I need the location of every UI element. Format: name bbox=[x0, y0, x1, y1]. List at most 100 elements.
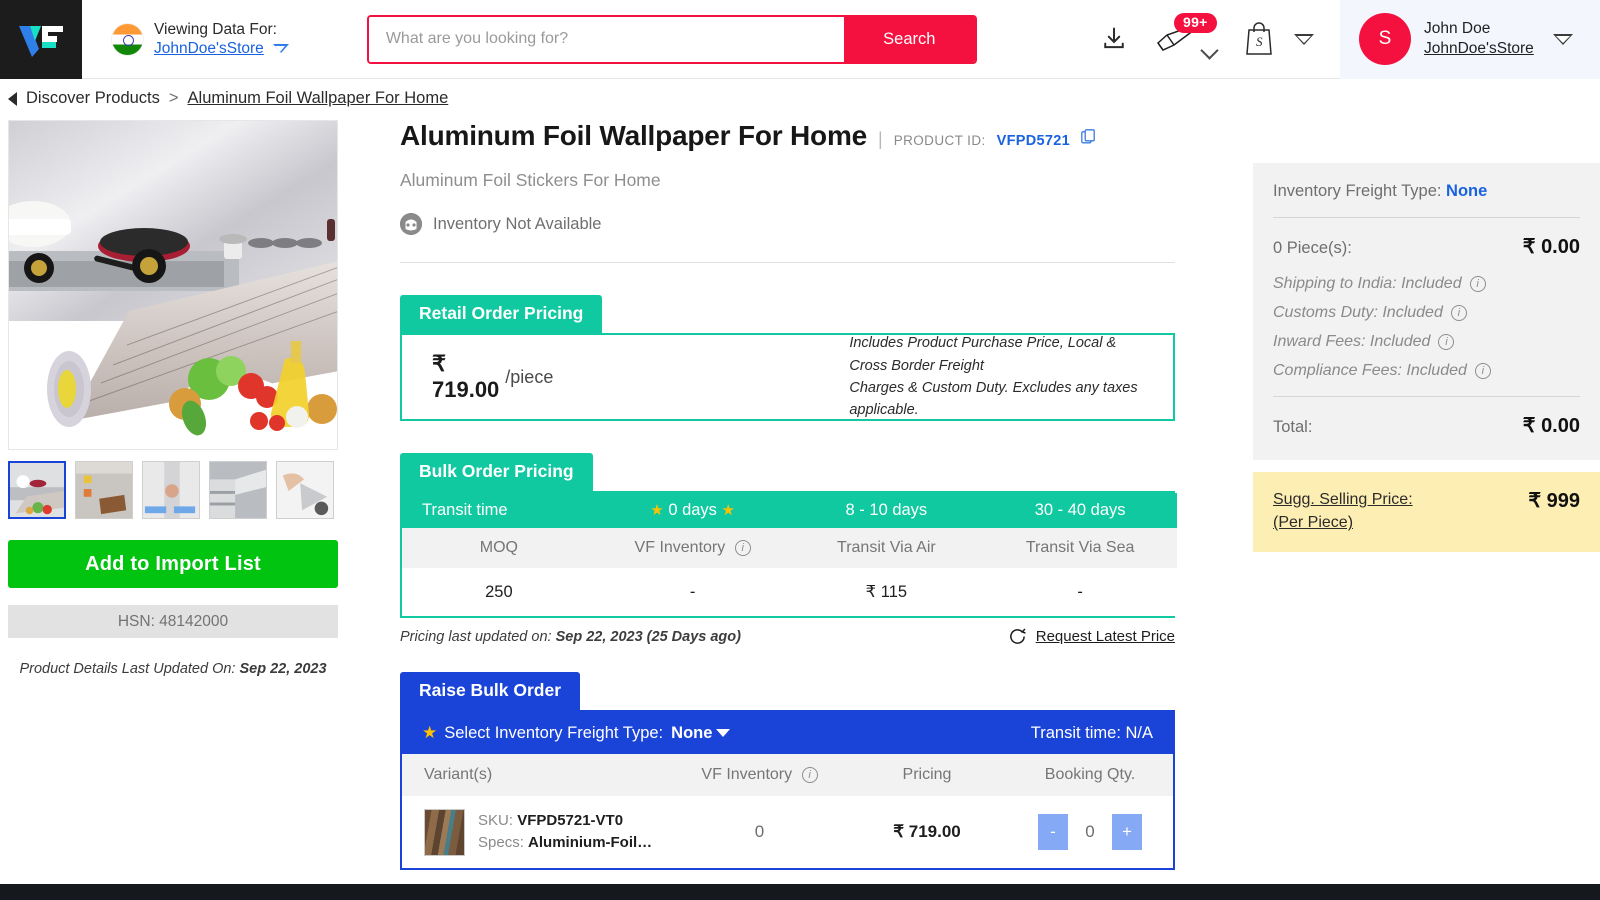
breadcrumb-current[interactable]: Aluminum Foil Wallpaper For Home bbox=[188, 89, 449, 108]
product-gallery-column: Add to Import List HSN: 48142000 Product… bbox=[8, 120, 338, 677]
suggested-selling-price-link[interactable]: Sugg. Selling Price: (Per Piece) bbox=[1273, 488, 1413, 534]
chevron-down-icon[interactable] bbox=[716, 729, 731, 737]
product-last-updated: Product Details Last Updated On: Sep 22,… bbox=[8, 661, 338, 677]
product-id-value[interactable]: VFPD5721 bbox=[997, 133, 1070, 149]
bulk-cell-sea: - bbox=[983, 568, 1177, 616]
bulk-sub-transit-air: Transit Via Air bbox=[789, 528, 984, 568]
list-item: Compliance Fees: Included i bbox=[1273, 362, 1580, 380]
variant-specs-value: Aluminium-Foil… bbox=[528, 834, 653, 851]
star-icon: ★ bbox=[422, 723, 438, 742]
avatar: S bbox=[1359, 13, 1411, 65]
request-latest-price-button[interactable]: Request Latest Price bbox=[1008, 627, 1175, 646]
freight-type-value[interactable]: None bbox=[671, 724, 712, 743]
info-icon[interactable]: i bbox=[1438, 334, 1455, 350]
summary-pieces-label: 0 Piece(s): bbox=[1273, 239, 1352, 257]
star-icon: ★ bbox=[721, 502, 735, 519]
suggested-selling-price-panel: Sugg. Selling Price: (Per Piece) ₹ 999 bbox=[1253, 472, 1600, 553]
search-input[interactable] bbox=[368, 16, 844, 62]
download-icon[interactable] bbox=[1092, 0, 1136, 79]
pricing-last-updated-label: Pricing last updated on: bbox=[400, 628, 552, 645]
rbo-cell-booking-qty: - 0 + bbox=[1007, 796, 1173, 868]
svg-text:S: S bbox=[1256, 34, 1263, 49]
thumbnail-2[interactable] bbox=[142, 461, 200, 519]
quantity-stepper[interactable]: - 0 + bbox=[1038, 814, 1142, 850]
summary-freight-type-label: Inventory Freight Type: bbox=[1273, 182, 1442, 200]
info-icon[interactable]: i bbox=[801, 766, 818, 783]
copy-icon[interactable] bbox=[1081, 129, 1096, 145]
search-button[interactable]: Search bbox=[843, 16, 975, 62]
shopify-icon[interactable]: S bbox=[1236, 0, 1282, 79]
product-last-updated-label: Product Details Last Updated On: bbox=[19, 661, 236, 677]
summary-fees-list: Shipping to India: Included i Customs Du… bbox=[1273, 275, 1580, 380]
thumbnail-1[interactable] bbox=[75, 461, 133, 519]
order-summary-panel: Inventory Freight Type: None 0 Piece(s):… bbox=[1253, 163, 1600, 553]
inventory-unavailable-icon bbox=[400, 213, 422, 235]
product-main-image[interactable] bbox=[8, 120, 338, 450]
rbo-header-row: Variant(s) VF Inventory i Pricing Bookin… bbox=[402, 754, 1173, 796]
variant-thumbnail[interactable] bbox=[424, 808, 465, 856]
summary-pieces-row: 0 Piece(s): ₹ 0.00 bbox=[1273, 234, 1580, 259]
viewing-data-for: Viewing Data For: JohnDoe'sStore bbox=[82, 0, 289, 78]
page-title: Aluminum Foil Wallpaper For Home bbox=[400, 120, 868, 151]
chevron-down-icon[interactable] bbox=[1200, 40, 1219, 60]
retail-price-unit: /piece bbox=[505, 366, 554, 387]
freight-type-bar: ★ Select Inventory Freight Type: None Tr… bbox=[402, 712, 1173, 754]
chevron-down-icon[interactable] bbox=[272, 44, 289, 54]
bulk-cell-moq: 250 bbox=[402, 568, 596, 616]
thumbnail-3[interactable] bbox=[209, 461, 267, 519]
variant-sku: SKU: VFPD5721-VT0 bbox=[478, 810, 652, 832]
product-id-label: PRODUCT ID: bbox=[893, 133, 986, 148]
quantity-decrement-button[interactable]: - bbox=[1038, 814, 1068, 850]
bulk-table-header-row: Transit time ★ 0 days ★ 8 - 10 days 30 -… bbox=[402, 493, 1177, 528]
bulk-sub-vf-inventory-label: VF Inventory bbox=[634, 539, 726, 556]
summary-freight-type-value: None bbox=[1446, 182, 1488, 200]
table-row: 250 - ₹ 115 - bbox=[402, 568, 1177, 616]
app-logo[interactable] bbox=[0, 0, 82, 79]
search-bar[interactable]: Search bbox=[366, 14, 977, 64]
user-chevron-down-icon[interactable] bbox=[1552, 33, 1573, 45]
info-icon[interactable]: i bbox=[1469, 276, 1486, 292]
bulk-sub-transit-sea: Transit Via Sea bbox=[983, 528, 1177, 568]
freight-type-label: Select Inventory Freight Type: bbox=[444, 723, 664, 742]
fee-label-compliance: Compliance Fees: Included bbox=[1273, 362, 1467, 379]
user-store-link[interactable]: JohnDoe'sStore bbox=[1424, 39, 1534, 59]
user-name: John Doe bbox=[1424, 19, 1491, 37]
shopify-chevron-down-icon[interactable] bbox=[1294, 33, 1314, 45]
summary-freight-type: Inventory Freight Type: None bbox=[1273, 182, 1580, 201]
product-last-updated-value: Sep 22, 2023 bbox=[239, 661, 327, 677]
top-right-actions: 99+ S S John Doe JohnDoe'sStore bbox=[1092, 0, 1600, 79]
transit-time-value: Transit time: N/A bbox=[1030, 723, 1153, 742]
raise-bulk-order-card: Raise Bulk Order ★ Select Inventory Frei… bbox=[400, 672, 1175, 870]
thumbnail-0[interactable] bbox=[8, 461, 66, 519]
info-icon[interactable]: i bbox=[1450, 305, 1467, 321]
suggested-selling-price-value: ₹ 999 bbox=[1528, 490, 1580, 512]
breadcrumb-discover-products[interactable]: Discover Products bbox=[26, 89, 160, 108]
bulk-pricing-table: Transit time ★ 0 days ★ 8 - 10 days 30 -… bbox=[402, 493, 1177, 616]
add-to-import-list-button[interactable]: Add to Import List bbox=[8, 540, 338, 588]
ssp-label-line-2: (Per Piece) bbox=[1273, 514, 1354, 532]
bulk-header-0-days: ★ 0 days ★ bbox=[595, 493, 790, 528]
user-account-menu[interactable]: S John Doe JohnDoe'sStore bbox=[1340, 0, 1600, 79]
bulk-sub-vf-inventory: VF Inventory i bbox=[595, 528, 790, 568]
info-icon[interactable]: i bbox=[734, 539, 751, 556]
inventory-status-row: Inventory Not Available bbox=[400, 213, 1175, 235]
hsn-code: HSN: 48142000 bbox=[8, 605, 338, 638]
bulk-header-0-days-label: 0 days bbox=[668, 501, 717, 519]
info-icon[interactable]: i bbox=[1474, 363, 1491, 379]
breadcrumb: Discover Products > Aluminum Foil Wallpa… bbox=[0, 79, 1600, 118]
quantity-increment-button[interactable]: + bbox=[1112, 814, 1142, 850]
taskbar-strip bbox=[0, 884, 1600, 900]
divider bbox=[1273, 396, 1580, 397]
retail-pricing-tab: Retail Order Pricing bbox=[400, 295, 603, 333]
announcements-button[interactable]: 99+ bbox=[1148, 0, 1222, 79]
quantity-value[interactable]: 0 bbox=[1068, 814, 1112, 850]
fee-label-customs: Customs Duty: Included bbox=[1273, 304, 1443, 321]
variant-specs: Specs: Aluminium-Foil… bbox=[478, 832, 652, 854]
thumbnail-4[interactable] bbox=[276, 461, 334, 519]
retail-order-pricing-card: Retail Order Pricing ₹ 719.00 /piece Inc… bbox=[400, 295, 1175, 421]
bulk-pricing-tab: Bulk Order Pricing bbox=[400, 453, 593, 491]
inventory-status-text: Inventory Not Available bbox=[433, 214, 602, 233]
raise-bulk-order-tab: Raise Bulk Order bbox=[400, 672, 580, 710]
viewing-store-link[interactable]: JohnDoe'sStore bbox=[154, 39, 264, 58]
back-arrow-icon[interactable] bbox=[8, 91, 17, 106]
